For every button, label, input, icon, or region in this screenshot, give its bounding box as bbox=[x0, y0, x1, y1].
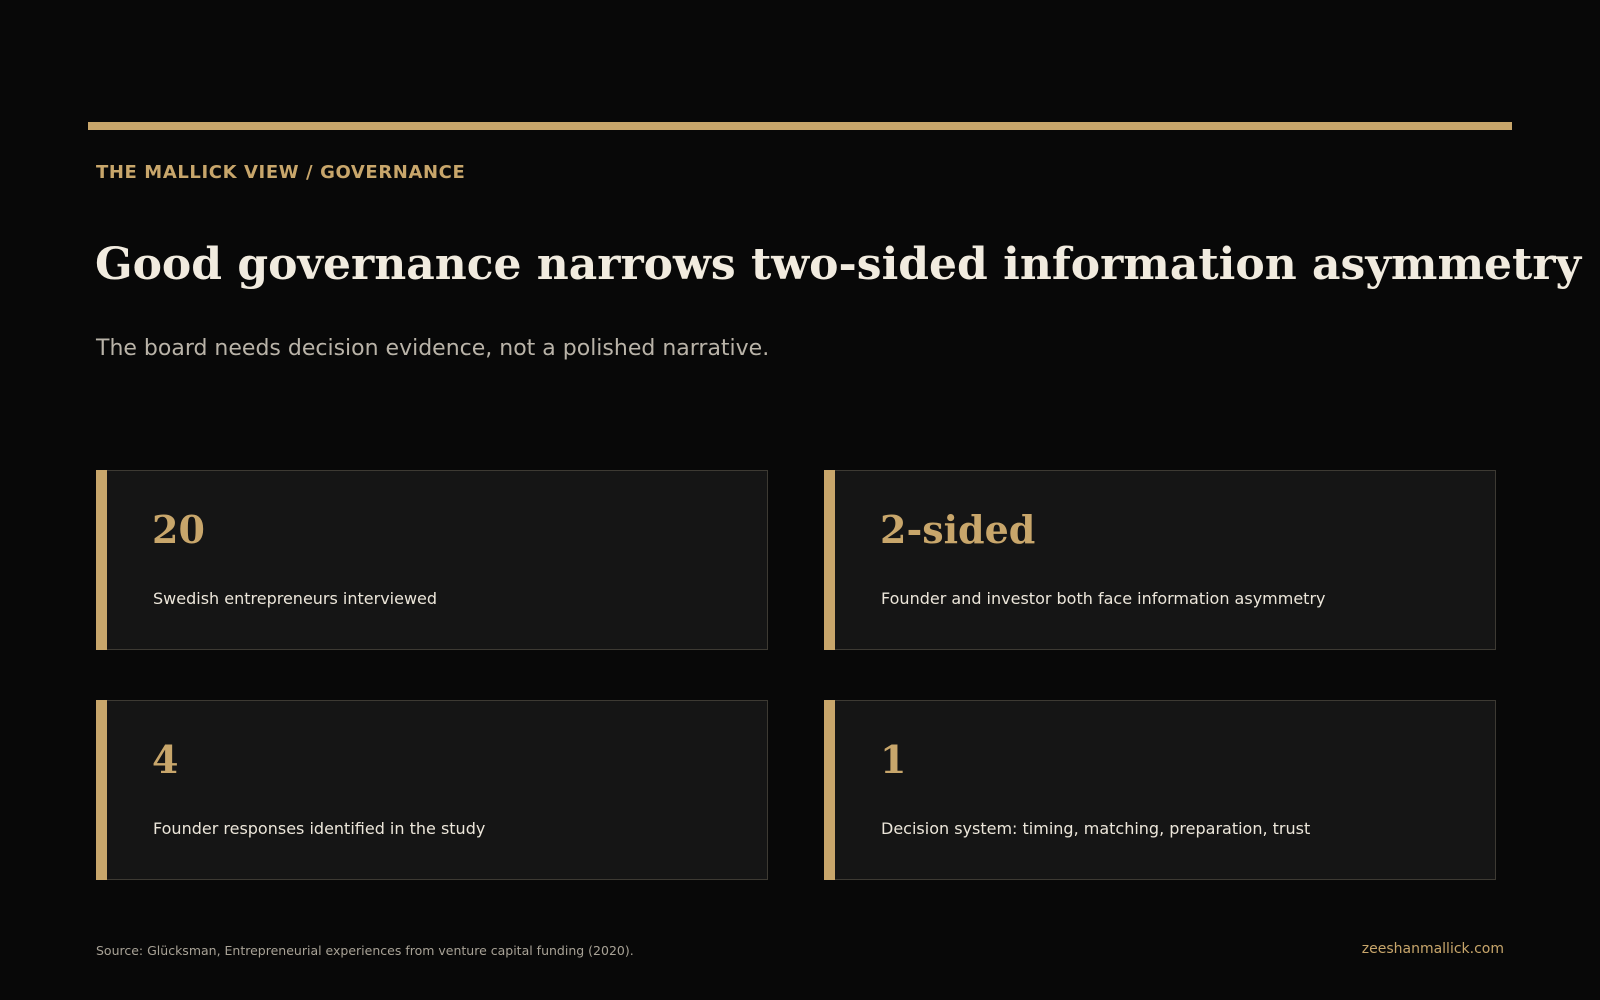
stat-value: 4 bbox=[152, 737, 179, 782]
page-subtitle: The board needs decision evidence, not a… bbox=[96, 336, 770, 361]
stat-label: Founder responses identified in the stud… bbox=[153, 819, 486, 838]
source-citation: Source: Glücksman, Entrepreneurial exper… bbox=[96, 943, 634, 958]
stat-value: 1 bbox=[880, 737, 907, 782]
stat-card-founder-responses: 4 Founder responses identified in the st… bbox=[96, 700, 768, 880]
stat-label: Founder and investor both face informati… bbox=[881, 589, 1326, 608]
stat-value: 2-sided bbox=[880, 507, 1036, 552]
stat-value: 20 bbox=[152, 507, 205, 552]
site-link[interactable]: zeeshanmallick.com bbox=[1362, 941, 1504, 957]
card-accent-bar bbox=[96, 470, 107, 650]
stat-card-interviewees: 20 Swedish entrepreneurs interviewed bbox=[96, 470, 768, 650]
card-accent-bar bbox=[96, 700, 107, 880]
stat-card-decision-system: 1 Decision system: timing, matching, pre… bbox=[824, 700, 1496, 880]
stat-card-two-sided: 2-sided Founder and investor both face i… bbox=[824, 470, 1496, 650]
section-eyebrow: THE MALLICK VIEW / GOVERNANCE bbox=[96, 162, 466, 183]
card-accent-bar bbox=[824, 700, 835, 880]
page-title: Good governance narrows two-sided inform… bbox=[95, 239, 1582, 290]
card-accent-bar bbox=[824, 470, 835, 650]
stat-label: Decision system: timing, matching, prepa… bbox=[881, 819, 1311, 838]
top-accent-rule bbox=[88, 122, 1512, 130]
stat-label: Swedish entrepreneurs interviewed bbox=[153, 589, 438, 608]
